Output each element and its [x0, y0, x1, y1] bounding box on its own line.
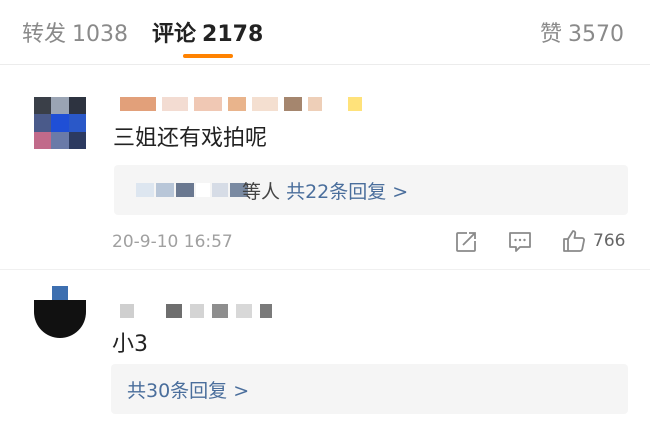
- reply-thread-box[interactable]: 共30条回复 >: [111, 364, 628, 414]
- reply-count-link[interactable]: 等人 共22条回复 >: [242, 177, 408, 204]
- avatar[interactable]: [34, 286, 86, 338]
- reply-prefix: 等人: [242, 181, 281, 203]
- tab-forward-label: 转发: [22, 22, 67, 47]
- reply-count-link[interactable]: 共30条回复 >: [127, 376, 249, 403]
- thumbs-up-icon: [563, 230, 585, 252]
- share-button[interactable]: [454, 230, 478, 254]
- blurred-username[interactable]: [120, 97, 362, 111]
- tab-comments[interactable]: 评论 2178: [152, 16, 263, 48]
- tab-comments-label: 评论: [152, 22, 197, 47]
- tab-comments-count: 2178: [202, 22, 264, 47]
- avatar[interactable]: [34, 97, 86, 149]
- like-button[interactable]: 766: [561, 228, 625, 254]
- avatar-shape: [34, 300, 86, 338]
- reply-button[interactable]: [507, 230, 533, 254]
- share-icon: [456, 232, 476, 252]
- comment-timestamp: 20-9-10 16:57: [112, 232, 233, 252]
- like-count: 766: [593, 231, 626, 251]
- comment-item: 三姐还有戏拍呢 等人 共22条回复 > 20-9-10 16:57 766: [0, 64, 650, 270]
- blurred-username[interactable]: [120, 304, 272, 318]
- comment-icon: [509, 232, 531, 252]
- tab-forward-count: 1038: [72, 22, 129, 47]
- pixelated-avatar-image: [52, 286, 68, 300]
- reply-thread-box[interactable]: 等人 共22条回复 >: [114, 165, 628, 215]
- comment-text: 三姐还有戏拍呢: [113, 126, 268, 151]
- tab-likes-label: 赞: [540, 22, 563, 47]
- tab-likes-count: 3570: [568, 22, 625, 47]
- pixelated-avatar-image: [34, 97, 86, 149]
- reply-count: 共22条回复 >: [286, 181, 409, 203]
- comment-text: 小3: [112, 332, 148, 357]
- active-tab-indicator: [183, 54, 233, 58]
- tab-likes[interactable]: 赞 3570: [540, 16, 624, 48]
- comment-item: 小3 共30条回复 >: [0, 270, 650, 422]
- tab-forward[interactable]: 转发 1038: [22, 16, 128, 48]
- comment-tab-bar: 转发 1038 评论 2178 赞 3570: [0, 0, 650, 65]
- blurred-replier-names: [136, 183, 248, 197]
